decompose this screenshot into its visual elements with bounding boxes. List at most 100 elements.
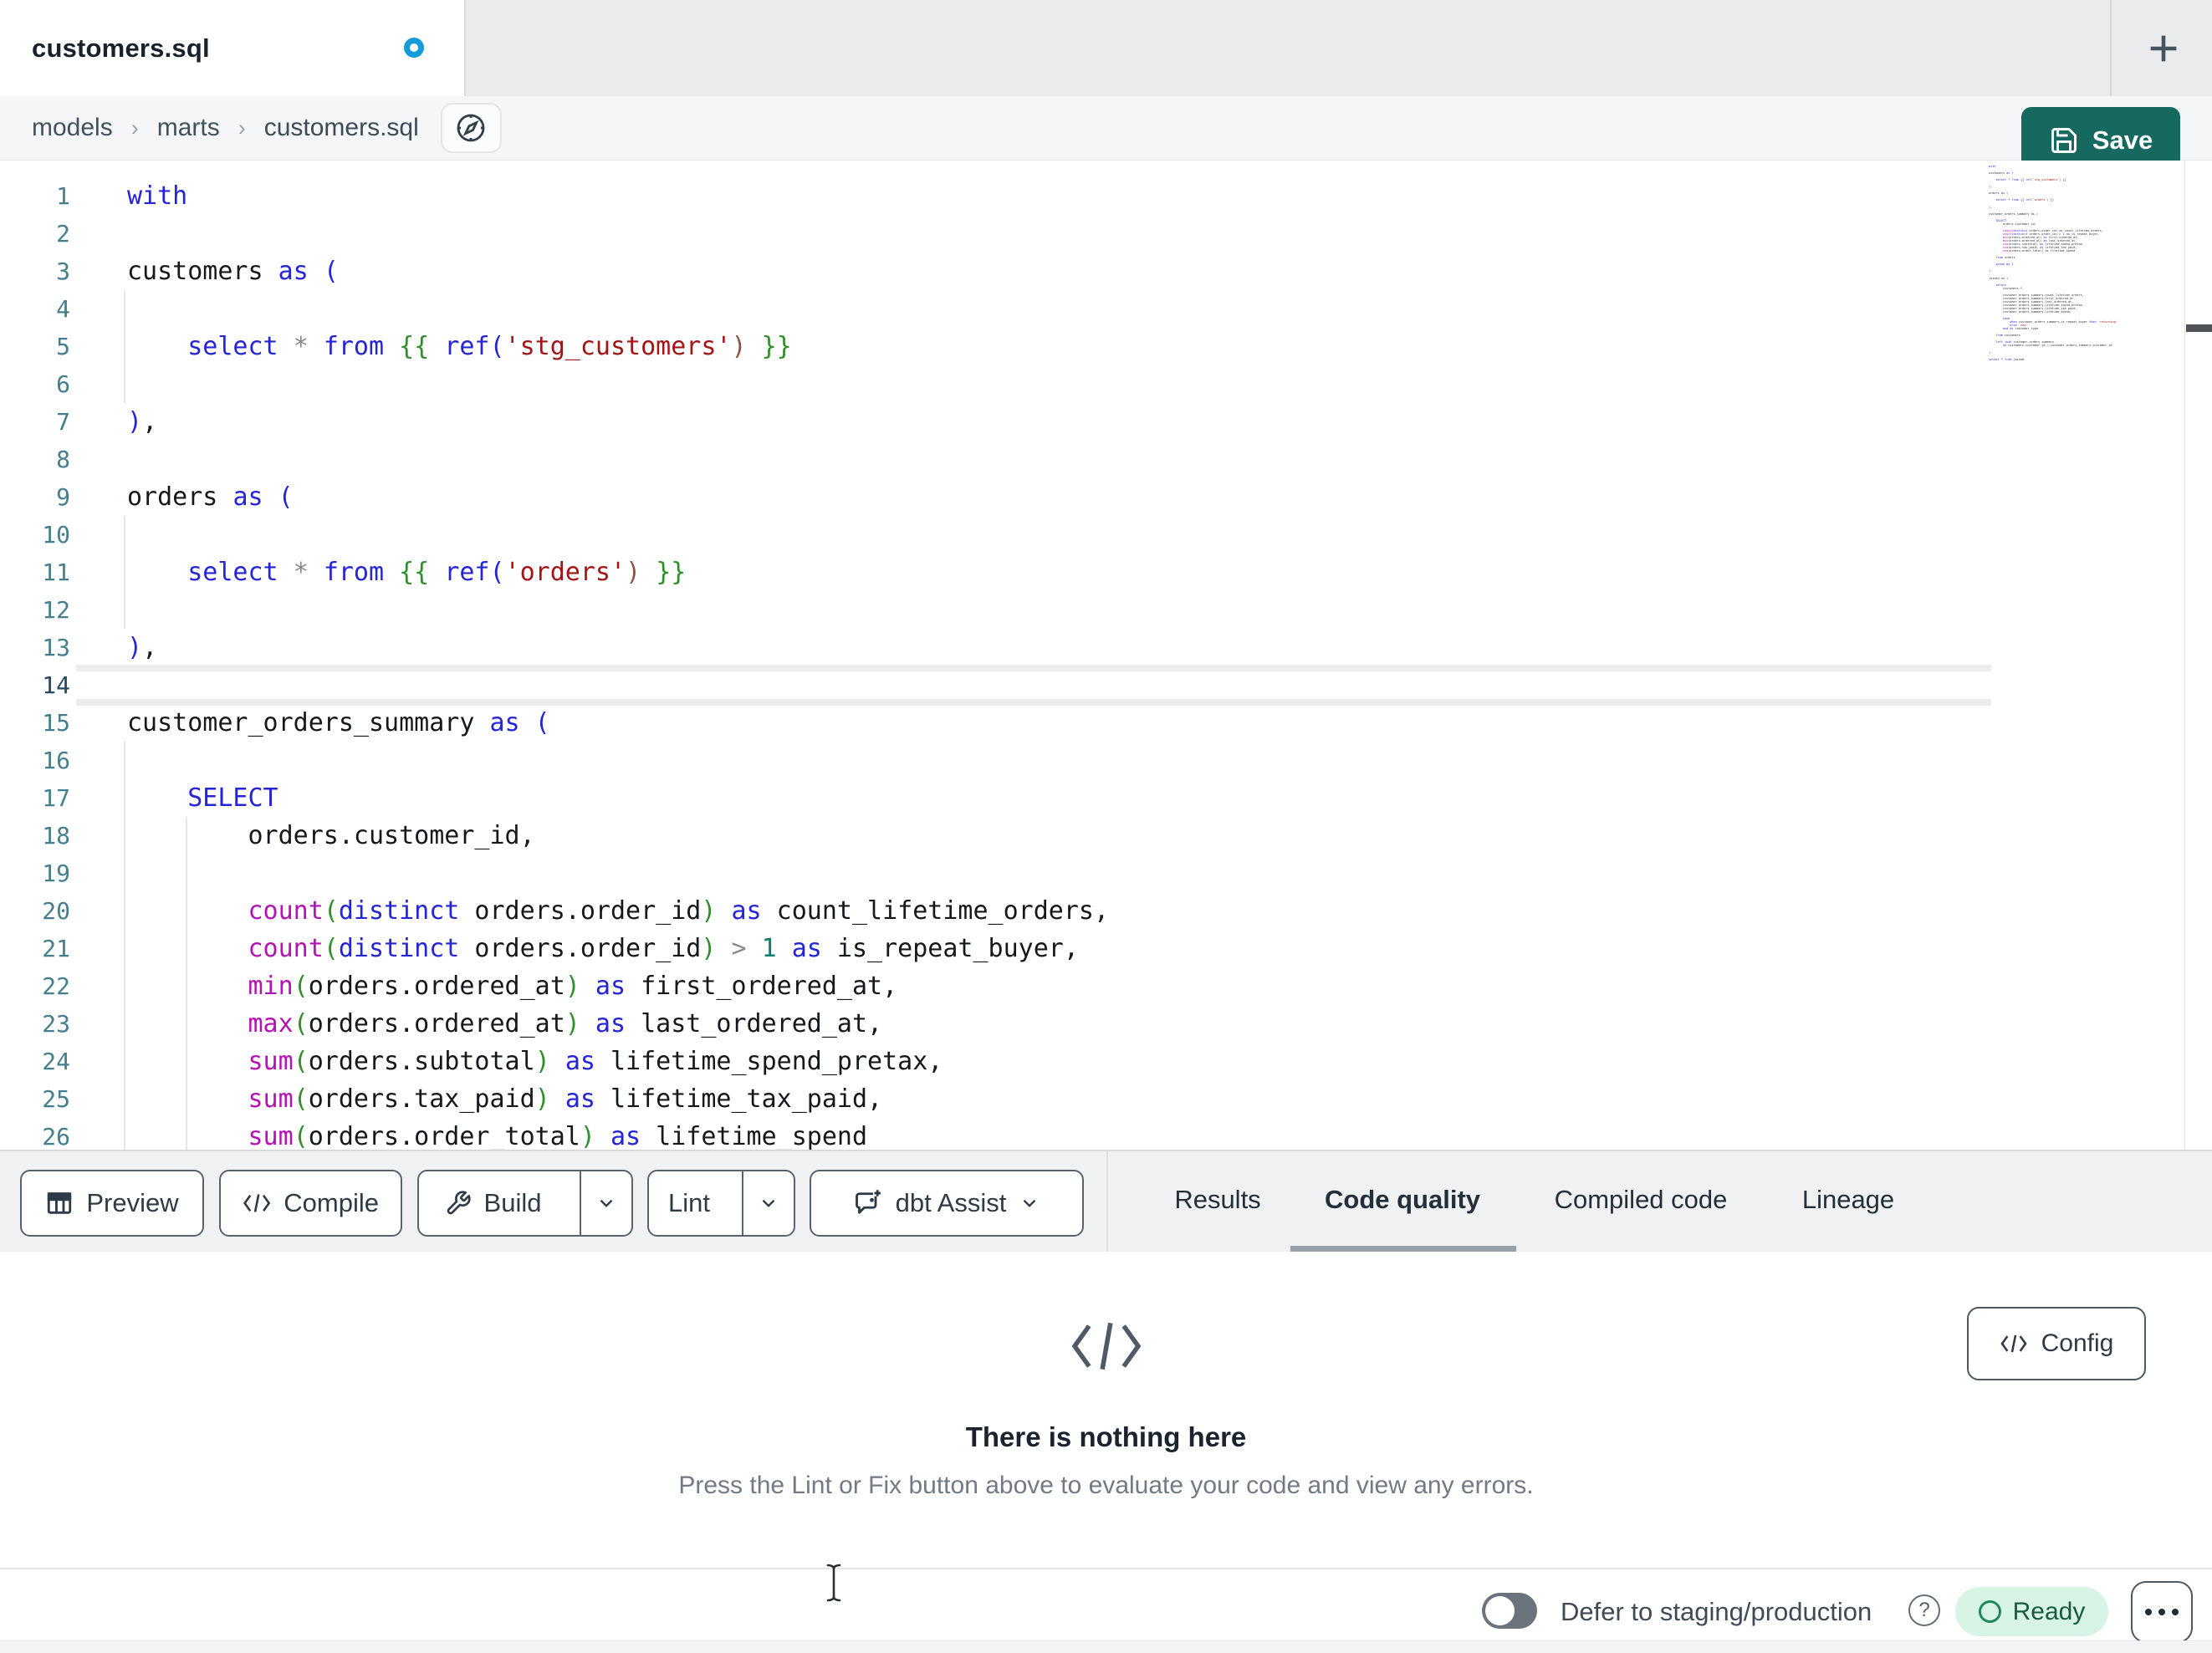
dbt-assist-button[interactable]: dbt Assist — [810, 1170, 1084, 1237]
line-number[interactable]: 13 — [0, 634, 70, 661]
code-line-3[interactable]: 3 customers as ( — [0, 253, 1989, 290]
line-number[interactable]: 23 — [0, 1010, 70, 1038]
line-number[interactable]: 19 — [0, 860, 70, 887]
minimap[interactable]: with customers as ( select * from {{ ref… — [1989, 165, 2178, 533]
line-number[interactable]: 22 — [0, 972, 70, 1000]
code-line-25[interactable]: 25 sum(orders.tax_paid) as lifetime_tax_… — [0, 1080, 1989, 1118]
ready-label: Ready — [2012, 1597, 2086, 1625]
code-quality-panel: Config There is nothing here Press the L… — [0, 1252, 2212, 1568]
code-line-9[interactable]: 9 orders as ( — [0, 478, 1989, 516]
code-line-14[interactable]: 14 — [0, 666, 1989, 704]
line-number[interactable]: 11 — [0, 559, 70, 586]
chevron-down-icon — [600, 1199, 613, 1207]
line-number[interactable]: 20 — [0, 897, 70, 925]
build-button[interactable]: Build — [419, 1171, 567, 1235]
line-number[interactable]: 6 — [0, 370, 70, 398]
breadcrumb-separator: › — [238, 115, 246, 140]
code-line-7[interactable]: 7), — [0, 403, 1989, 441]
code-line-10[interactable]: 10 — [0, 516, 1989, 554]
tab-compiled-code[interactable]: Compiled code — [1555, 1185, 1728, 1215]
lint-dropdown-button[interactable] — [742, 1171, 794, 1235]
line-number[interactable]: 3 — [0, 258, 70, 285]
tab-lineage[interactable]: Lineage — [1802, 1185, 1894, 1215]
code-line-16[interactable]: 16 — [0, 742, 1989, 779]
code-line-2[interactable]: 2 — [0, 215, 1989, 253]
breadcrumb-item-file[interactable]: customers.sql — [264, 114, 419, 142]
line-number[interactable]: 10 — [0, 521, 70, 548]
compile-button[interactable]: Compile — [219, 1170, 402, 1237]
breadcrumb: models › marts › customers.sql — [0, 96, 2212, 161]
defer-toggle[interactable] — [1482, 1593, 1537, 1629]
code-text: count(distinct orders.order_id) > 1 as i… — [248, 934, 1079, 963]
line-number[interactable]: 17 — [0, 784, 70, 812]
line-number[interactable]: 2 — [0, 220, 70, 247]
code-line-13[interactable]: 13), — [0, 629, 1989, 666]
code-line-11[interactable]: 11 select * from {{ ref('orders') }} — [0, 554, 1989, 591]
tab-bar: customers.sql — [0, 0, 2212, 96]
code-line-4[interactable]: 4 — [0, 290, 1989, 328]
tab-code-quality[interactable]: Code quality — [1325, 1185, 1480, 1215]
tab-customers-sql[interactable]: customers.sql — [0, 0, 466, 96]
lint-button[interactable]: Lint — [649, 1171, 729, 1235]
line-number[interactable]: 14 — [0, 671, 70, 699]
line-number[interactable]: 21 — [0, 935, 70, 962]
defer-label: Defer to staging/production — [1561, 1597, 1872, 1626]
code-editor[interactable]: 1 with 2 3 customers as ( 4 5 select * from {{… — [0, 161, 2212, 1150]
minimap-content: with customers as ( select * from {{ ref… — [1989, 165, 2117, 361]
code-line-24[interactable]: 24 sum(orders.subtotal) as lifetime_spen… — [0, 1043, 1989, 1080]
code-line-26[interactable]: 26 sum(orders.order_total) as lifetime_s… — [0, 1118, 1989, 1150]
code-line-15[interactable]: 15 customer_orders_summary as ( — [0, 704, 1989, 742]
breadcrumb-item-marts[interactable]: marts — [157, 114, 220, 142]
code-line-12[interactable]: 12 — [0, 591, 1989, 629]
code-line-21[interactable]: 21 count(distinct orders.order_id) > 1 a… — [0, 930, 1989, 967]
code-text: count(distinct orders.order_id) as count… — [248, 896, 1110, 926]
save-label: Save — [2092, 125, 2153, 155]
code-line-1[interactable]: 1 with — [0, 177, 1989, 215]
editor-scrollbar-thumb[interactable] — [2186, 324, 2212, 332]
build-label: Build — [483, 1188, 542, 1217]
ellipsis-icon — [2158, 1609, 2165, 1615]
build-dropdown-button[interactable] — [580, 1171, 631, 1235]
editor-scrollbar-track[interactable] — [2184, 161, 2212, 1150]
code-line-6[interactable]: 6 — [0, 365, 1989, 403]
mouse-cursor-ibeam — [826, 1564, 841, 1602]
code-text: min(orders.ordered_at) as first_ordered_… — [248, 972, 898, 1001]
preview-label: Preview — [86, 1188, 179, 1217]
line-number[interactable]: 8 — [0, 446, 70, 473]
tab-bar-divider — [2110, 0, 2112, 96]
preview-button[interactable]: Preview — [20, 1170, 204, 1237]
empty-state-description: Press the Lint or Fix button above to ev… — [678, 1472, 1534, 1499]
code-line-5[interactable]: 5 select * from {{ ref('stg_customers') … — [0, 328, 1989, 365]
line-number[interactable]: 7 — [0, 408, 70, 436]
line-number[interactable]: 24 — [0, 1048, 70, 1075]
ellipsis-icon — [2172, 1609, 2179, 1615]
line-number[interactable]: 18 — [0, 822, 70, 849]
line-number[interactable]: 16 — [0, 747, 70, 774]
code-line-19[interactable]: 19 — [0, 855, 1989, 892]
line-number[interactable]: 5 — [0, 333, 70, 360]
help-icon[interactable]: ? — [1908, 1594, 1940, 1626]
code-line-8[interactable]: 8 — [0, 441, 1989, 478]
model-health-button[interactable] — [440, 103, 502, 153]
line-number[interactable]: 25 — [0, 1085, 70, 1113]
unsaved-changes-dot — [404, 38, 424, 58]
code-brackets-icon — [1071, 1322, 1141, 1370]
code-line-18[interactable]: 18 orders.customer_id, — [0, 817, 1989, 855]
code-line-17[interactable]: 17 SELECT — [0, 779, 1989, 817]
code-line-22[interactable]: 22 min(orders.ordered_at) as first_order… — [0, 967, 1989, 1005]
status-badge: Ready — [1955, 1587, 2108, 1636]
line-number[interactable]: 26 — [0, 1123, 70, 1150]
line-number[interactable]: 12 — [0, 596, 70, 624]
line-number[interactable]: 9 — [0, 483, 70, 511]
line-number[interactable]: 1 — [0, 182, 70, 210]
active-tab-underline — [1290, 1246, 1516, 1252]
line-number[interactable]: 15 — [0, 709, 70, 737]
code-line-20[interactable]: 20 count(distinct orders.order_id) as co… — [0, 892, 1989, 930]
breadcrumb-item-models[interactable]: models — [32, 114, 113, 142]
tab-results[interactable]: Results — [1174, 1185, 1260, 1215]
code-line-23[interactable]: 23 max(orders.ordered_at) as last_ordere… — [0, 1005, 1989, 1043]
more-options-button[interactable] — [2131, 1581, 2193, 1643]
new-tab-button[interactable] — [2137, 23, 2190, 74]
line-number[interactable]: 4 — [0, 295, 70, 323]
status-bar: Defer to staging/production ? Ready — [0, 1568, 2212, 1643]
